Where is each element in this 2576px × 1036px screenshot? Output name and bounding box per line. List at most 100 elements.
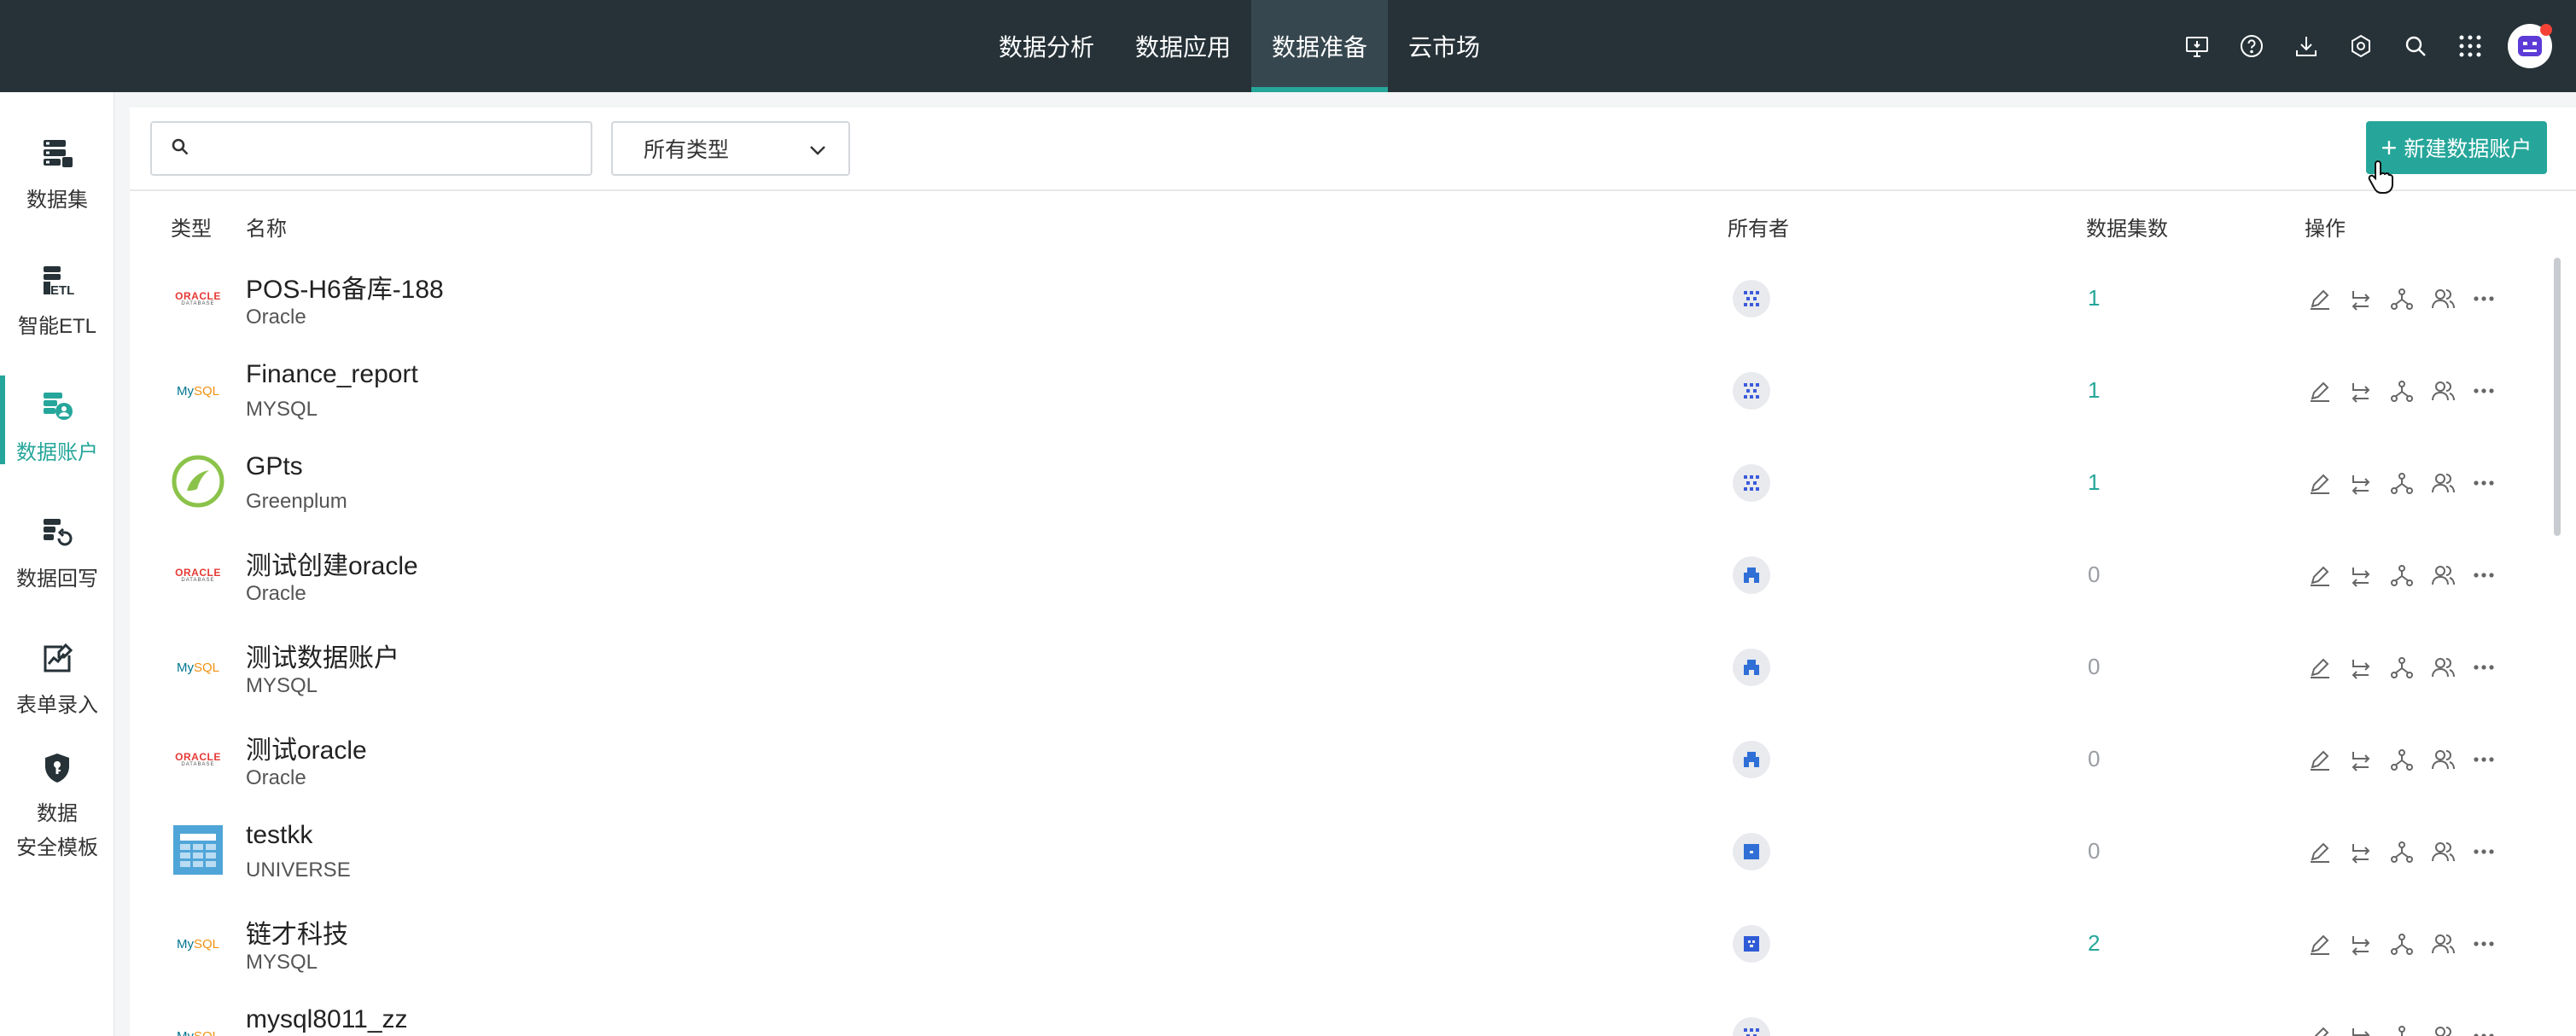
edit-icon[interactable] [2305,652,2335,683]
account-name[interactable]: GPts [246,452,303,481]
sidebar-item-etl[interactable]: ETL 智能ETL [0,261,114,339]
scrollbar[interactable] [2554,258,2561,536]
sidebar-item-security-template[interactable]: 数据 安全模板 [0,749,114,865]
more-icon[interactable] [2468,560,2499,591]
sidebar-item-label: 数据账户 [16,441,98,464]
sidebar-item-dataset[interactable]: 数据集 [0,135,114,212]
edit-icon[interactable] [2305,744,2335,775]
lineage-icon[interactable] [2387,375,2417,406]
tab-cloud-market[interactable]: 云市场 [1388,0,1501,92]
switch-icon[interactable] [2346,652,2376,683]
user-avatar[interactable] [2508,24,2552,68]
edit-icon[interactable] [2305,375,2335,406]
lineage-icon[interactable] [2387,836,2417,867]
settings-icon[interactable] [2344,29,2378,63]
search-box[interactable] [150,121,592,176]
tab-data-application[interactable]: 数据应用 [1115,0,1251,92]
table-row[interactable]: ORACLE DATABASE 测试创建oracle Oracle 0 [130,529,2576,621]
account-name[interactable]: mysql8011_zz [246,1005,408,1034]
lineage-icon[interactable] [2387,283,2417,314]
dataset-count[interactable]: 2 [2088,930,2100,957]
table-row[interactable]: GPts Greenplum 1 [130,437,2576,529]
lineage-icon[interactable] [2387,928,2417,959]
monitor-icon[interactable] [2180,29,2214,63]
lineage-icon[interactable] [2387,744,2417,775]
type-filter-select[interactable]: 所有类型 [611,121,850,176]
account-name[interactable]: POS-H6备库-188 [246,268,444,306]
table-row[interactable]: testkk UNIVERSE 0 [130,806,2576,898]
sidebar-item-form-entry[interactable]: 表单录入 [0,640,114,718]
switch-icon[interactable] [2346,468,2376,498]
table-row[interactable]: MySQL 测试数据账户 MYSQL 0 [130,621,2576,713]
switch-icon[interactable] [2346,928,2376,959]
switch-icon[interactable] [2346,744,2376,775]
account-name[interactable]: 测试数据账户 [246,637,399,674]
users-icon[interactable] [2427,744,2458,775]
more-icon[interactable] [2468,468,2499,498]
tab-data-preparation[interactable]: 数据准备 [1251,0,1389,92]
apps-grid-icon[interactable] [2453,29,2487,63]
users-icon[interactable] [2427,836,2458,867]
owner-avatar[interactable] [1733,1017,1770,1036]
lineage-icon[interactable] [2387,468,2417,498]
more-icon[interactable] [2468,928,2499,959]
lineage-icon[interactable] [2387,1021,2417,1036]
owner-avatar[interactable] [1733,464,1770,502]
dataset-count[interactable]: 1 [2088,285,2100,311]
table-row[interactable]: MySQL mysql8011_zz [130,990,2576,1036]
more-icon[interactable] [2468,283,2499,314]
sidebar-item-data-account[interactable]: 数据账户 [0,375,114,465]
search-icon[interactable] [2398,29,2433,63]
switch-icon[interactable] [2346,283,2376,314]
owner-avatar[interactable] [1733,741,1770,778]
switch-icon[interactable] [2346,1021,2376,1036]
table-row[interactable]: ORACLE DATABASE 测试oracle Oracle 0 [130,713,2576,806]
users-icon[interactable] [2427,1021,2458,1036]
users-icon[interactable] [2427,652,2458,683]
dataset-count[interactable]: 1 [2088,469,2100,496]
users-icon[interactable] [2427,375,2458,406]
more-icon[interactable] [2468,1021,2499,1036]
users-icon[interactable] [2427,560,2458,591]
more-icon[interactable] [2468,375,2499,406]
edit-icon[interactable] [2305,1021,2335,1036]
users-icon[interactable] [2427,928,2458,959]
download-icon[interactable] [2289,29,2323,63]
type-logo: MySQL [171,642,225,693]
owner-avatar[interactable] [1733,372,1770,410]
switch-icon[interactable] [2346,560,2376,591]
edit-icon[interactable] [2305,468,2335,498]
switch-icon[interactable] [2346,836,2376,867]
table-row[interactable]: MySQL Finance_report MYSQL 1 [130,345,2576,437]
lineage-icon[interactable] [2387,652,2417,683]
tab-data-analysis[interactable]: 数据分析 [978,0,1115,92]
owner-avatar[interactable] [1733,925,1770,963]
account-name[interactable]: 测试创建oracle [246,544,418,582]
help-icon[interactable] [2235,29,2269,63]
owner-avatar[interactable] [1733,556,1770,594]
table-row[interactable]: MySQL 链才科技 MYSQL 2 [130,898,2576,990]
owner-avatar[interactable] [1733,649,1770,686]
account-name[interactable]: 链才科技 [246,913,348,951]
more-icon[interactable] [2468,836,2499,867]
switch-icon[interactable] [2346,375,2376,406]
account-name[interactable]: 测试oracle [246,729,367,766]
data-writeback-icon [38,514,76,551]
users-icon[interactable] [2427,283,2458,314]
account-name[interactable]: Finance_report [246,360,418,389]
more-icon[interactable] [2468,744,2499,775]
owner-avatar[interactable] [1733,280,1770,317]
lineage-icon[interactable] [2387,560,2417,591]
account-name[interactable]: testkk [246,821,312,850]
table-row[interactable]: ORACLE DATABASE POS-H6备库-188 Oracle 1 [130,253,2576,345]
more-icon[interactable] [2468,652,2499,683]
sidebar-item-data-writeback[interactable]: 数据回写 [0,514,114,591]
edit-icon[interactable] [2305,928,2335,959]
dataset-count[interactable]: 1 [2088,377,2100,404]
users-icon[interactable] [2427,468,2458,498]
edit-icon[interactable] [2305,283,2335,314]
search-input[interactable] [203,135,579,162]
edit-icon[interactable] [2305,560,2335,591]
edit-icon[interactable] [2305,836,2335,867]
owner-avatar[interactable] [1733,833,1770,870]
